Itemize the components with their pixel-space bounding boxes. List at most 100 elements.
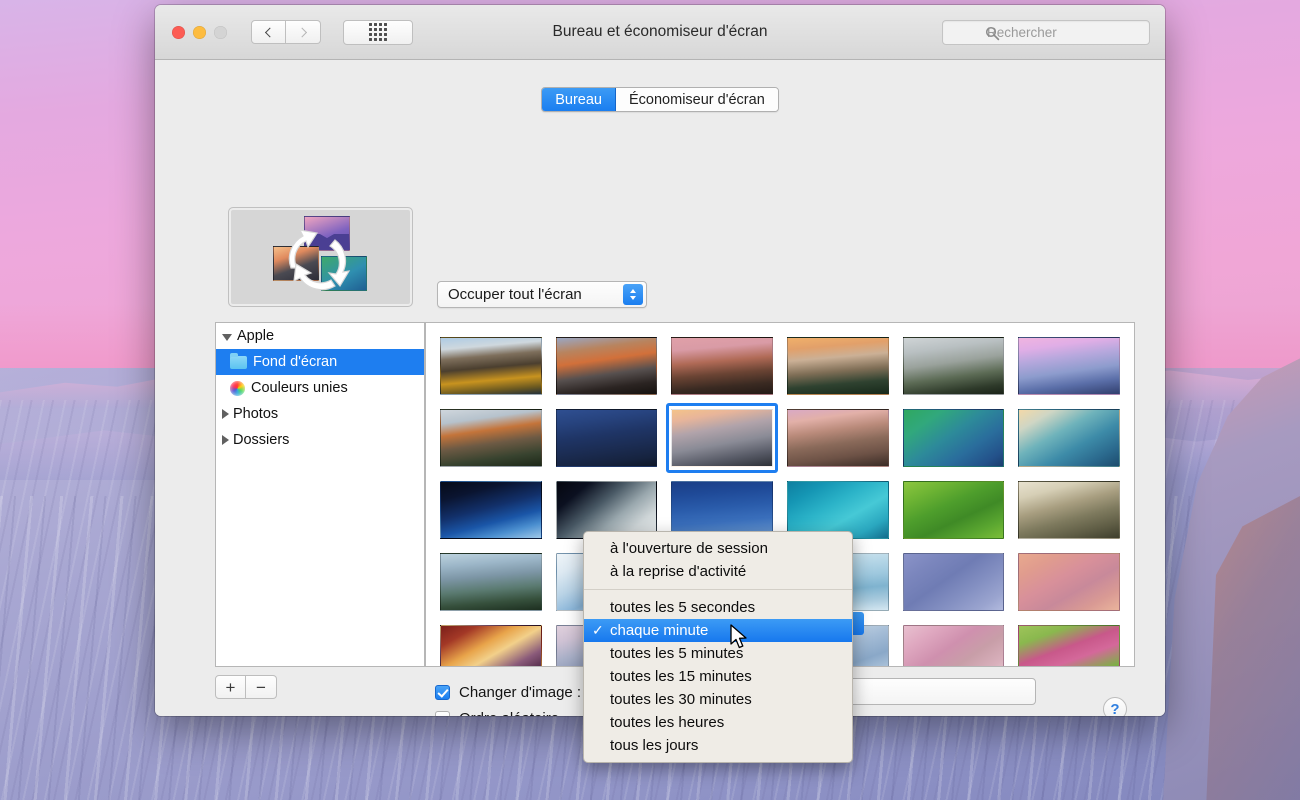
checkmark-icon: ✓ xyxy=(592,622,604,639)
menu-item-label: à l'ouverture de session xyxy=(610,540,768,557)
sidebar-item-couleurs-unies[interactable]: Couleurs unies xyxy=(216,375,424,401)
navigation-buttons xyxy=(251,20,321,44)
window-titlebar: Bureau et économiseur d'écran Rechercher xyxy=(155,5,1165,60)
sidebar-item-label: Apple xyxy=(237,328,274,344)
window-controls xyxy=(172,26,227,39)
wallpaper-preview[interactable] xyxy=(228,207,413,307)
sidebar-item-photos[interactable]: Photos xyxy=(216,401,424,427)
search-icon xyxy=(985,26,1000,41)
wallpaper-thumbnail[interactable] xyxy=(440,479,542,541)
wallpaper-thumbnail[interactable] xyxy=(1018,479,1120,541)
add-folder-button[interactable]: + xyxy=(215,675,246,699)
random-order-row[interactable]: Ordre aléatoire xyxy=(435,705,581,716)
rotation-arrows-icon xyxy=(273,216,373,300)
menu-item-label: chaque minute xyxy=(610,622,708,639)
menu-item[interactable]: tous les jours xyxy=(584,734,852,757)
back-arrow-icon xyxy=(265,27,275,37)
show-all-button[interactable] xyxy=(343,20,413,45)
thumbnail-image-yosemite-half-dome-mist xyxy=(903,337,1005,395)
wallpaper-thumbnail[interactable] xyxy=(1018,407,1120,469)
thumbnail-image-blue-mountain-layers xyxy=(440,553,542,611)
thumbnail-image-ice-crevasse-blue xyxy=(903,553,1005,611)
change-picture-row[interactable]: Changer d'image : xyxy=(435,679,581,705)
menu-item-label: à la reprise d'activité xyxy=(610,563,746,580)
disclosure-triangle-closed-icon[interactable] xyxy=(222,435,229,445)
mouse-cursor xyxy=(730,624,750,652)
remove-folder-button[interactable]: − xyxy=(246,675,277,699)
source-list-buttons: + − xyxy=(215,675,277,699)
wallpaper-thumbnail[interactable] xyxy=(440,551,542,613)
disclosure-triangle-open-icon[interactable] xyxy=(222,334,232,341)
wallpaper-thumbnail[interactable] xyxy=(556,335,658,397)
bottom-controls: Changer d'image : Ordre aléatoire xyxy=(435,679,581,716)
wallpaper-thumbnail[interactable] xyxy=(440,407,542,469)
change-picture-checkbox[interactable] xyxy=(435,685,450,700)
thumbnail-image-yosemite-night-blue xyxy=(556,409,658,467)
folder-icon xyxy=(230,356,247,369)
thumbnail-image-antelope-canyon-red xyxy=(440,625,542,667)
menu-item[interactable]: à l'ouverture de session xyxy=(584,537,852,560)
wallpaper-thumbnail[interactable] xyxy=(440,623,542,667)
wallpaper-thumbnail[interactable] xyxy=(671,335,773,397)
tab-bar: Bureau Économiseur d'écran xyxy=(173,87,1147,112)
random-order-checkbox[interactable] xyxy=(435,711,450,717)
sidebar-item-apple[interactable]: Apple xyxy=(216,323,424,349)
menu-item[interactable]: à la reprise d'activité xyxy=(584,560,852,583)
menu-separator xyxy=(584,589,852,590)
menu-item-label: toutes les heures xyxy=(610,714,724,731)
wallpaper-thumbnail[interactable] xyxy=(903,479,1005,541)
wallpaper-thumbnail[interactable] xyxy=(440,335,542,397)
menu-item[interactable]: toutes les 30 minutes xyxy=(584,688,852,711)
thumbnail-image-pink-poppies-green xyxy=(1018,625,1120,667)
menu-item[interactable]: toutes les 5 minutes xyxy=(584,642,852,665)
menu-item-label: toutes les 15 minutes xyxy=(610,668,752,685)
menu-item-label: toutes les 5 secondes xyxy=(610,599,755,616)
minimize-button[interactable] xyxy=(193,26,206,39)
wallpaper-thumbnail[interactable] xyxy=(556,407,658,469)
tab-bureau[interactable]: Bureau xyxy=(542,88,616,111)
help-button[interactable]: ? xyxy=(1103,697,1127,716)
close-button[interactable] xyxy=(172,26,185,39)
menu-item[interactable]: toutes les 15 minutes xyxy=(584,665,852,688)
fill-mode-popup-button[interactable]: Occuper tout l'écran xyxy=(437,281,647,308)
forward-button xyxy=(286,20,321,44)
menu-item[interactable]: toutes les 5 secondes xyxy=(584,596,852,619)
thumbnail-image-pink-sand-dunes xyxy=(1018,553,1120,611)
popup-chevrons-icon xyxy=(623,284,643,305)
menu-item[interactable]: toutes les heures xyxy=(584,711,852,734)
sidebar-item-dossiers[interactable]: Dossiers xyxy=(216,427,424,453)
wallpaper-thumbnail[interactable] xyxy=(1018,623,1120,667)
sidebar-item-fond-decran[interactable]: Fond d'écran xyxy=(216,349,424,375)
search-field[interactable]: Rechercher xyxy=(942,20,1150,45)
back-button[interactable] xyxy=(251,20,286,44)
wallpaper-thumbnail[interactable] xyxy=(787,335,889,397)
thumbnail-image-el-capitan-sunrise xyxy=(787,337,889,395)
wallpaper-thumbnail[interactable] xyxy=(671,407,773,469)
change-interval-menu[interactable]: à l'ouverture de session à la reprise d'a… xyxy=(583,531,853,763)
wallpaper-thumbnail[interactable] xyxy=(903,623,1005,667)
thumbnail-image-sierra-peaks-dusk xyxy=(556,337,658,395)
wallpaper-thumbnail[interactable] xyxy=(903,407,1005,469)
thumbnail-image-yosemite-purple-dawn xyxy=(1018,337,1120,395)
menu-item[interactable]: ✓ chaque minute xyxy=(584,619,852,642)
thumbnail-image-lake-reflection-sunrise xyxy=(787,409,889,467)
zoom-button xyxy=(214,26,227,39)
fill-mode-value: Occuper tout l'écran xyxy=(448,286,582,303)
sidebar-item-label: Dossiers xyxy=(233,432,289,448)
wallpaper-thumbnail[interactable] xyxy=(787,407,889,469)
menu-item-label: toutes les 5 minutes xyxy=(610,645,743,662)
grid-icon xyxy=(369,23,387,41)
disclosure-triangle-closed-icon[interactable] xyxy=(222,409,229,419)
menu-item-label: toutes les 30 minutes xyxy=(610,691,752,708)
wallpaper-thumbnail[interactable] xyxy=(1018,335,1120,397)
thumbnail-image-half-dome-sunset-glow xyxy=(671,409,773,467)
tab-economiseur-decran[interactable]: Économiseur d'écran xyxy=(616,88,778,111)
forward-arrow-icon xyxy=(297,27,307,37)
thumbnail-image-el-capitan-valley xyxy=(440,409,542,467)
wallpaper-thumbnail[interactable] xyxy=(1018,551,1120,613)
wallpaper-source-list[interactable]: Apple Fond d'écran Couleurs unies Photos… xyxy=(215,322,425,667)
wallpaper-thumbnail[interactable] xyxy=(903,335,1005,397)
wallpaper-thumbnail[interactable] xyxy=(903,551,1005,613)
thumbnail-image-mavericks-blue-wave xyxy=(1018,409,1120,467)
menu-item-label: tous les jours xyxy=(610,737,698,754)
